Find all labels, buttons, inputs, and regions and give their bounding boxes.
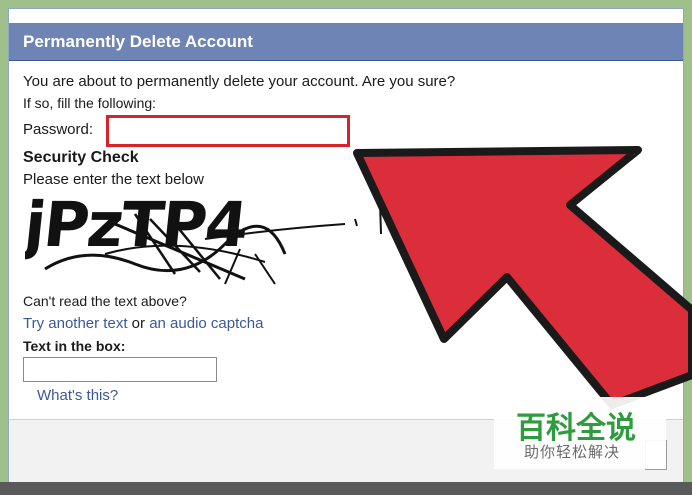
dialog-title: Permanently Delete Account (23, 32, 253, 51)
text-in-box-label: Text in the box: (23, 338, 126, 354)
cant-read-text: Can't read the text above? (23, 293, 187, 309)
or-text: or (131, 315, 146, 332)
try-another-text-link[interactable]: Try another text (23, 315, 128, 332)
red-arrow-annotation (353, 146, 692, 409)
captcha-options: Try another text or an audio captcha (23, 315, 263, 332)
confirm-prompt: You are about to permanently delete your… (23, 73, 456, 90)
fill-instruction: If so, fill the following: (23, 95, 157, 111)
security-check-heading: Security Check (23, 149, 139, 166)
audio-captcha-link[interactable]: an audio captcha (149, 315, 263, 332)
bottom-bar (0, 482, 692, 495)
watermark-subtitle: 助你轻松解决 (524, 443, 621, 461)
dialog-titlebar: Permanently Delete Account (9, 23, 683, 61)
password-input[interactable] (106, 115, 350, 147)
captcha-answer-input[interactable] (23, 357, 217, 382)
whats-this-link[interactable]: What's this? (37, 387, 118, 404)
watermark: 百科全说 助你轻松解决 (494, 397, 666, 469)
password-label: Password: (23, 121, 94, 138)
